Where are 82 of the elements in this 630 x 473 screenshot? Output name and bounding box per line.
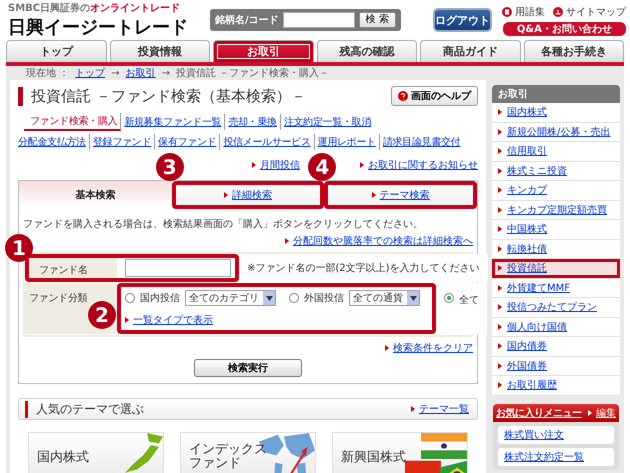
sub-nav-link[interactable]: 請求目論見書交付 <box>380 134 464 150</box>
logo: 日興イージートレード <box>8 16 188 39</box>
fund-name-field[interactable] <box>125 259 231 277</box>
favorites-title: お気に入りメニュー <box>496 406 582 420</box>
breadcrumb-text: 現在地 ： <box>26 66 70 80</box>
breadcrumb-arrow: → <box>162 68 170 78</box>
sub-nav-link[interactable]: 新規募集ファンド一覧 <box>121 114 226 130</box>
sidebar-item[interactable]: 外国債券 <box>492 356 620 376</box>
header-link[interactable]: サイトマップ <box>552 4 626 18</box>
sub-nav-link[interactable]: ファンド検索・購入 <box>24 113 122 131</box>
nav-tab[interactable]: 商品ガイド <box>420 40 520 62</box>
logout-button[interactable]: ログアウト <box>432 8 492 32</box>
help-button[interactable]: 画面のヘルプ <box>391 86 478 106</box>
detail-search-link[interactable]: 分配回数や騰落率での検索は詳細検索へ <box>285 234 473 248</box>
sidebar-title: お取引 <box>492 85 620 103</box>
sub-nav-link[interactable]: 分配金支払方法 <box>18 134 90 150</box>
step-number-badge: 3 <box>156 153 184 181</box>
search-button[interactable]: 検 索 <box>358 12 396 28</box>
sidebar-item[interactable]: 外貨建てMMF <box>492 278 620 298</box>
card-label: 国内株式 <box>37 451 89 466</box>
header-link[interactable]: 用語集 <box>502 4 545 18</box>
caret-icon <box>266 296 272 300</box>
radio-button[interactable] <box>289 293 299 303</box>
sitemap-icon <box>552 6 563 16</box>
sub-nav-link[interactable]: 注文約定一覧・取消 <box>280 114 374 130</box>
sub-nav-link[interactable]: 保有ファンド <box>155 134 220 150</box>
theme-list-link[interactable]: テーマ一覧 <box>411 402 469 416</box>
favorite-item[interactable]: 株式買い注文 <box>498 426 614 444</box>
card-label: インデックスファンド <box>189 443 268 472</box>
sub-nav-link[interactable]: 投信メールサービス <box>220 134 315 150</box>
theme-card[interactable]: 国内株式 <box>28 432 164 473</box>
help-icon <box>398 91 408 101</box>
radio-label: 全て <box>459 294 479 307</box>
notice-link[interactable]: 月間投信 <box>252 158 300 172</box>
sidebar-item[interactable]: 投資信託 <box>492 259 620 278</box>
breadcrumb-text: 投資信託 －ファンド検索・購入－ <box>176 66 330 80</box>
page-title: 投資信託 －ファンド検索（基本検索）－ <box>18 86 306 106</box>
edit-link[interactable]: 編集 <box>588 406 616 420</box>
search-label: 銘柄名/コード <box>215 14 279 27</box>
sidebar-item[interactable]: 株式ミニ投資 <box>492 162 620 181</box>
radio-label: 外国投信 <box>304 292 344 305</box>
sidebar-item[interactable]: 転換社債 <box>492 240 620 259</box>
step-number-badge: 4 <box>308 153 336 181</box>
step-number-badge: 1 <box>5 234 33 262</box>
nav-tab[interactable]: トップ <box>6 40 106 62</box>
contact-link[interactable]: Q&A・お問い合わせ <box>502 22 626 36</box>
nav-tab[interactable]: 残高の確認 <box>316 40 417 62</box>
notice-link[interactable]: お取引に関するお知らせ <box>360 158 478 172</box>
nav-tab[interactable]: 投資情報 <box>110 40 210 62</box>
theme-card[interactable]: 新興国株式 <box>332 432 468 473</box>
radio-button[interactable] <box>444 293 454 303</box>
field-label: ファンド名 <box>39 265 88 276</box>
dropdown[interactable]: 全ての通貨 <box>349 290 420 306</box>
tagline: SMBC日興証券のオンライントレード <box>8 2 182 15</box>
card-label: 新興国株式 <box>341 451 406 466</box>
clear-link[interactable]: 検索条件をクリア <box>385 341 473 355</box>
search-field[interactable] <box>282 12 355 28</box>
favorite-item[interactable]: 株式注文約定一覧 <box>498 448 614 466</box>
breadcrumb-link[interactable]: お取引 <box>126 66 156 80</box>
dropdown[interactable]: 全てのカテゴリ <box>185 290 276 306</box>
sidebar-item[interactable]: キンカブ定期定額売買 <box>492 200 620 220</box>
search-submit-button[interactable]: 検索実行 <box>194 359 302 377</box>
sub-nav-link[interactable]: 運用レポート <box>314 134 380 150</box>
sub-nav-link[interactable]: 売却・乗換 <box>225 114 281 130</box>
sidebar-item[interactable]: 個人向け国債 <box>492 318 620 337</box>
instructions: ファンドを購入される場合は、検索結果画面の「購入」ボタンをクリックしてください。 <box>23 218 424 231</box>
breadcrumb-arrow: → <box>111 68 120 78</box>
breadcrumb-link[interactable]: トップ <box>75 66 106 80</box>
list-view-link[interactable]: 一覧タイプで表示 <box>125 313 213 327</box>
radio-button[interactable] <box>125 293 135 303</box>
field-label: ファンド分類 <box>29 293 88 304</box>
field-hint: ※ファンド名の一部(2文字以上)を入力してください <box>247 262 480 275</box>
section-title: 人気のテーマで選ぶ <box>25 400 144 418</box>
sub-nav-link[interactable]: 登録ファンド <box>90 134 156 150</box>
nav-tab[interactable]: 各種お手続き <box>524 40 624 62</box>
theme-card[interactable]: インデックスファンド <box>180 432 316 473</box>
search-tab[interactable]: 詳細検索 <box>172 181 324 209</box>
nav-tab[interactable]: お取引 <box>213 40 314 62</box>
radio-label: 国内投信 <box>140 292 180 305</box>
caret-icon <box>410 296 416 300</box>
sidebar-item[interactable]: 新規公開株/公募・売出 <box>492 122 620 142</box>
search-tab[interactable]: 基本検索 <box>19 181 172 209</box>
